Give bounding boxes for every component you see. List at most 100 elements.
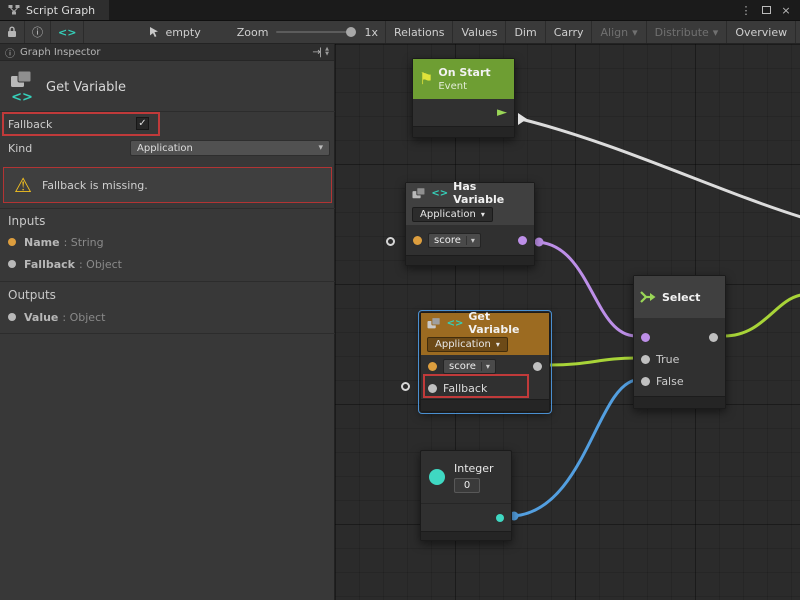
- inspector-title-block: <> Get Variable: [0, 62, 334, 112]
- values-button[interactable]: Values: [452, 21, 505, 43]
- scope-dropdown[interactable]: Application ▾: [412, 207, 493, 222]
- zoom-slider[interactable]: [276, 31, 356, 33]
- fallback-field-row: Fallback ✓: [0, 113, 334, 135]
- integer-value-input[interactable]: 0: [454, 478, 480, 493]
- node-title: Get Variable: [468, 310, 543, 336]
- node-get-variable[interactable]: <> Get Variable Application ▾ score ▾ F: [420, 312, 550, 412]
- node-title: Select: [662, 291, 700, 304]
- variable-name-dropdown[interactable]: score ▾: [443, 359, 496, 374]
- name-input-port[interactable]: [428, 362, 437, 371]
- info-icon: ⓘ: [32, 24, 43, 40]
- zoom-value: 1x: [364, 26, 378, 39]
- fallback-input-port[interactable]: [428, 384, 437, 393]
- wire-bool-purple: [535, 242, 636, 336]
- carry-button[interactable]: Carry: [545, 21, 592, 43]
- chevron-down-icon: ▾: [466, 236, 475, 245]
- input-name: Name: [24, 236, 60, 249]
- outputs-header: Outputs: [8, 288, 56, 302]
- graph-canvas[interactable]: ⚑ On Start Event ► <> Has Variable: [335, 44, 800, 600]
- wire-flow-white: [521, 119, 800, 217]
- code-icon: <>: [11, 90, 33, 105]
- false-port-label: False: [656, 375, 684, 388]
- inspect-button[interactable]: ⓘ: [25, 21, 51, 43]
- script-graph-window: Script Graph ⋮ × ⓘ <> empty Zoom: [0, 0, 800, 600]
- chevron-down-icon: ▾: [713, 26, 719, 39]
- overview-button[interactable]: Overview: [726, 21, 795, 43]
- dock-icon[interactable]: →|: [312, 47, 320, 58]
- name-input-port[interactable]: [413, 236, 422, 245]
- integer-type-icon: [429, 469, 445, 485]
- output-row-value: Value : Object: [0, 309, 334, 325]
- variable-name-dropdown[interactable]: score ▾: [428, 233, 481, 248]
- zoom-label: Zoom: [237, 26, 269, 39]
- maximize-icon[interactable]: [758, 2, 774, 18]
- node-title: Integer: [454, 462, 494, 475]
- false-input-port[interactable]: [641, 377, 650, 386]
- relations-button[interactable]: Relations: [385, 21, 453, 43]
- object-port-icon: [8, 260, 16, 268]
- menu-icon[interactable]: ⋮: [738, 2, 754, 18]
- warning-box: ⚠ Fallback is missing.: [3, 167, 332, 203]
- integer-output-port[interactable]: [496, 514, 504, 522]
- lock-button[interactable]: [0, 21, 25, 43]
- code-icon: <>: [431, 188, 448, 199]
- flow-arrow-icon: ►: [497, 105, 507, 120]
- chevron-down-icon: ▾: [318, 143, 323, 153]
- inspector-header: ⓘ Graph Inspector →| ▲ ▼: [0, 44, 334, 61]
- node-on-start[interactable]: ⚑ On Start Event ►: [412, 58, 515, 138]
- unconnected-port-ring[interactable]: [401, 382, 410, 391]
- condition-input-port[interactable]: [641, 333, 650, 342]
- input-row-fallback: Fallback : Object: [0, 256, 334, 272]
- selection-indicator: empty: [142, 21, 207, 43]
- check-icon: ✓: [138, 118, 146, 129]
- chevron-down-icon: ▾: [481, 362, 490, 371]
- node-select[interactable]: Select True False: [633, 275, 726, 409]
- scope-dropdown[interactable]: Application ▾: [427, 337, 508, 352]
- zoom-slider-handle[interactable]: [346, 27, 356, 37]
- input-type: : Object: [79, 258, 122, 271]
- inputs-header: Inputs: [8, 214, 45, 228]
- code-view-button[interactable]: <>: [51, 21, 84, 43]
- scrollbar-arrows[interactable]: ▲ ▼: [325, 47, 329, 57]
- close-icon[interactable]: ×: [778, 2, 794, 18]
- pointer-icon: [149, 26, 160, 38]
- value-output-port[interactable]: [533, 362, 542, 371]
- kind-dropdown[interactable]: Application ▾: [130, 140, 330, 156]
- tab-label: Script Graph: [26, 4, 95, 17]
- full-screen-button[interactable]: Full Screen: [795, 21, 800, 43]
- input-name: Fallback: [24, 258, 75, 271]
- selection-output-port[interactable]: [709, 333, 718, 342]
- warning-icon: ⚠: [14, 175, 32, 195]
- node-integer[interactable]: Integer 0: [420, 450, 512, 541]
- wire-endpoint-purple: [535, 238, 544, 247]
- wires-layer: [335, 44, 800, 600]
- distribute-button[interactable]: Distribute ▾: [646, 21, 727, 43]
- inspector-header-label: Graph Inspector: [20, 47, 101, 58]
- on-start-output-port[interactable]: [518, 113, 527, 125]
- flag-icon: ⚑: [419, 71, 433, 87]
- input-row-name: Name : String: [0, 234, 334, 250]
- variables-cards-icon: [427, 317, 442, 329]
- unconnected-port-ring[interactable]: [386, 237, 395, 246]
- fallback-field-label: Fallback: [8, 118, 52, 131]
- node-has-variable[interactable]: <> Has Variable Application ▾ score ▾: [405, 182, 535, 266]
- warning-text: Fallback is missing.: [42, 179, 148, 192]
- scroll-down-icon: ▼: [325, 52, 329, 57]
- code-icon: <>: [58, 26, 76, 39]
- string-port-icon: [8, 238, 16, 246]
- bool-output-port[interactable]: [518, 236, 527, 245]
- tab-script-graph[interactable]: Script Graph: [0, 0, 109, 20]
- fallback-port-label: Fallback: [443, 382, 487, 395]
- selection-label: empty: [165, 26, 200, 39]
- dim-button[interactable]: Dim: [505, 21, 544, 43]
- fallback-checkbox[interactable]: ✓: [136, 117, 149, 130]
- zoom-control: Zoom 1x: [230, 21, 385, 43]
- align-button[interactable]: Align ▾: [591, 21, 645, 43]
- variables-cards-icon: [412, 187, 426, 199]
- true-input-port[interactable]: [641, 355, 650, 364]
- chevron-down-icon: ▾: [632, 26, 638, 39]
- lock-icon: [7, 26, 17, 38]
- toolbar: ⓘ <> empty Zoom 1x Relations Values Dim …: [0, 21, 800, 44]
- kind-dropdown-value: Application: [137, 143, 193, 154]
- code-icon: <>: [447, 318, 464, 329]
